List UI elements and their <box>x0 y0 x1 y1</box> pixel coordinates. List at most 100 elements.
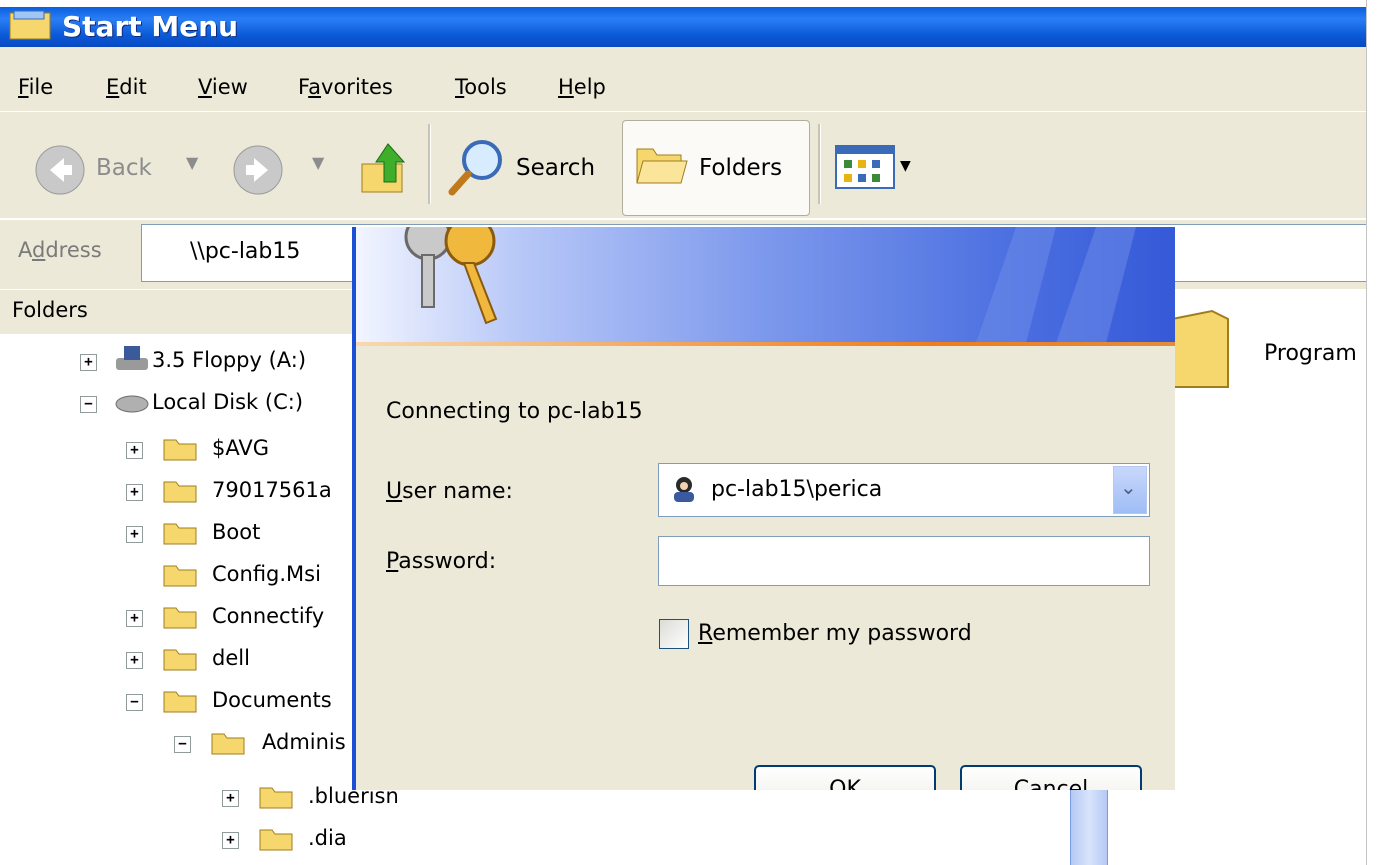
floppy-drive-icon <box>116 346 148 370</box>
toolbar-separator <box>428 124 431 204</box>
folder-open-icon <box>163 691 197 713</box>
folder-icon <box>163 439 197 461</box>
folder-icon <box>163 649 197 671</box>
folders-pane-header: Folders <box>0 289 355 334</box>
folder-icon[interactable] <box>1172 309 1232 389</box>
toolbar: Back ▼ ▼ Search Folders ▼ <box>0 111 1366 218</box>
remember-password-checkbox[interactable] <box>659 619 689 649</box>
folder-icon <box>259 787 293 809</box>
tree-item-label: Connectify <box>212 604 325 628</box>
folder-open-icon <box>211 733 245 755</box>
back-arrow-icon[interactable] <box>34 144 86 196</box>
connect-dialog: Connecting to pc-lab15 User name: pc-lab… <box>352 227 1175 790</box>
menu-edit[interactable]: Edit <box>106 75 147 99</box>
expand-icon[interactable]: + <box>222 790 239 807</box>
back-dropdown-icon[interactable]: ▼ <box>186 153 198 172</box>
dialog-banner <box>356 227 1175 343</box>
menu-bar: File Edit View Favorites Tools Help <box>0 47 1366 111</box>
window-title: Start Menu <box>62 10 239 43</box>
content-item-label[interactable]: Program <box>1264 341 1357 366</box>
folders-button-label: Folders <box>699 155 783 181</box>
folders-icon <box>636 148 688 184</box>
top-strip <box>0 0 1379 7</box>
address-value: \\pc-lab15 <box>190 239 301 264</box>
folders-pane-title: Folders <box>12 298 88 322</box>
toolbar-separator <box>818 124 821 204</box>
expand-icon[interactable]: + <box>222 832 239 849</box>
address-label: Address <box>18 238 102 262</box>
username-combobox[interactable]: pc-lab15\perica ⌄ <box>658 463 1150 517</box>
password-label: Password: <box>386 549 497 574</box>
back-button-label[interactable]: Back <box>96 155 152 181</box>
username-label: User name: <box>386 479 513 504</box>
menu-help[interactable]: Help <box>558 75 606 99</box>
keys-icon <box>404 227 498 325</box>
tree-item-label: Adminis <box>262 730 346 754</box>
title-bar[interactable]: Start Menu <box>0 7 1379 47</box>
tree-item-folder[interactable]: + Boot <box>0 518 355 550</box>
folder-icon <box>259 829 293 851</box>
forward-dropdown-icon[interactable]: ▼ <box>312 153 324 172</box>
tree-item-label: dell <box>212 646 250 670</box>
folders-button[interactable]: Folders <box>622 120 810 216</box>
views-icon[interactable] <box>834 144 896 190</box>
collapse-icon[interactable]: − <box>126 694 143 711</box>
expand-icon[interactable]: + <box>126 484 143 501</box>
tree-item-folder[interactable]: − Adminis <box>0 728 355 760</box>
tree-item-folder[interactable]: + $AVG <box>0 434 355 466</box>
username-value: pc-lab15\perica <box>711 477 883 502</box>
tree-item-folder[interactable]: + .dia <box>0 824 355 856</box>
tree-item-folder[interactable]: + .bluerisn <box>0 782 399 814</box>
cancel-button[interactable]: Cancel <box>960 765 1142 790</box>
tree-item-folder[interactable]: − Documents <box>0 686 355 718</box>
expand-icon[interactable]: + <box>126 526 143 543</box>
menu-view[interactable]: View <box>198 75 248 99</box>
content-pane: Program <box>1172 289 1366 865</box>
scrollbar-thumb[interactable] <box>1070 790 1108 865</box>
user-icon <box>674 477 694 502</box>
tree-item-label: Boot <box>212 520 261 544</box>
folder-icon <box>163 481 197 503</box>
folder-window-icon <box>9 10 51 40</box>
tree-item-label: Config.Msi <box>212 562 321 586</box>
views-dropdown-icon[interactable]: ▼ <box>900 158 911 174</box>
tree-item-floppy[interactable]: + 3.5 Floppy (A:) <box>0 346 355 378</box>
search-button-label[interactable]: Search <box>516 155 595 181</box>
tree-item-label: .dia <box>308 826 347 850</box>
expand-icon[interactable]: + <box>80 354 97 371</box>
tree-item-folder[interactable]: + dell <box>0 644 355 676</box>
folder-icon <box>163 607 197 629</box>
expand-icon[interactable]: + <box>126 652 143 669</box>
collapse-icon[interactable]: − <box>174 736 191 753</box>
dropdown-button[interactable]: ⌄ <box>1113 466 1147 514</box>
search-icon[interactable] <box>446 136 508 198</box>
menu-favorites[interactable]: Favorites <box>298 75 393 99</box>
menu-tools[interactable]: Tools <box>455 75 507 99</box>
remember-password-label[interactable]: Remember my password <box>698 621 972 646</box>
password-field[interactable] <box>658 536 1150 586</box>
chevron-down-icon: ⌄ <box>1120 475 1137 499</box>
ok-button[interactable]: OK <box>754 765 936 790</box>
tree-item-label: 79017561a <box>212 478 332 502</box>
collapse-icon[interactable]: − <box>80 396 97 413</box>
menu-file[interactable]: File <box>18 75 53 99</box>
tree-item-folder[interactable]: Config.Msi <box>0 560 355 592</box>
folder-icon <box>163 523 197 545</box>
tree-item-label: Documents <box>212 688 332 712</box>
tree-item-label: $AVG <box>212 436 270 460</box>
folder-icon <box>163 565 197 587</box>
tree-item-label: Local Disk (C:) <box>152 390 304 414</box>
expand-icon[interactable]: + <box>126 442 143 459</box>
up-folder-icon[interactable] <box>358 138 412 196</box>
folder-tree: + 3.5 Floppy (A:) − Local Disk (C:) + $A… <box>0 334 399 865</box>
tree-item-folder[interactable]: + Connectify <box>0 602 355 634</box>
connecting-text: Connecting to pc-lab15 <box>386 399 643 424</box>
hard-disk-icon <box>115 395 149 413</box>
tree-item-local-disk[interactable]: − Local Disk (C:) <box>0 388 355 420</box>
window-edge <box>1366 0 1379 865</box>
forward-arrow-icon[interactable] <box>232 144 284 196</box>
tree-item-folder[interactable]: + 79017561a <box>0 476 355 508</box>
tree-item-label: 3.5 Floppy (A:) <box>152 348 307 372</box>
banner-watermark <box>976 227 1136 343</box>
expand-icon[interactable]: + <box>126 610 143 627</box>
